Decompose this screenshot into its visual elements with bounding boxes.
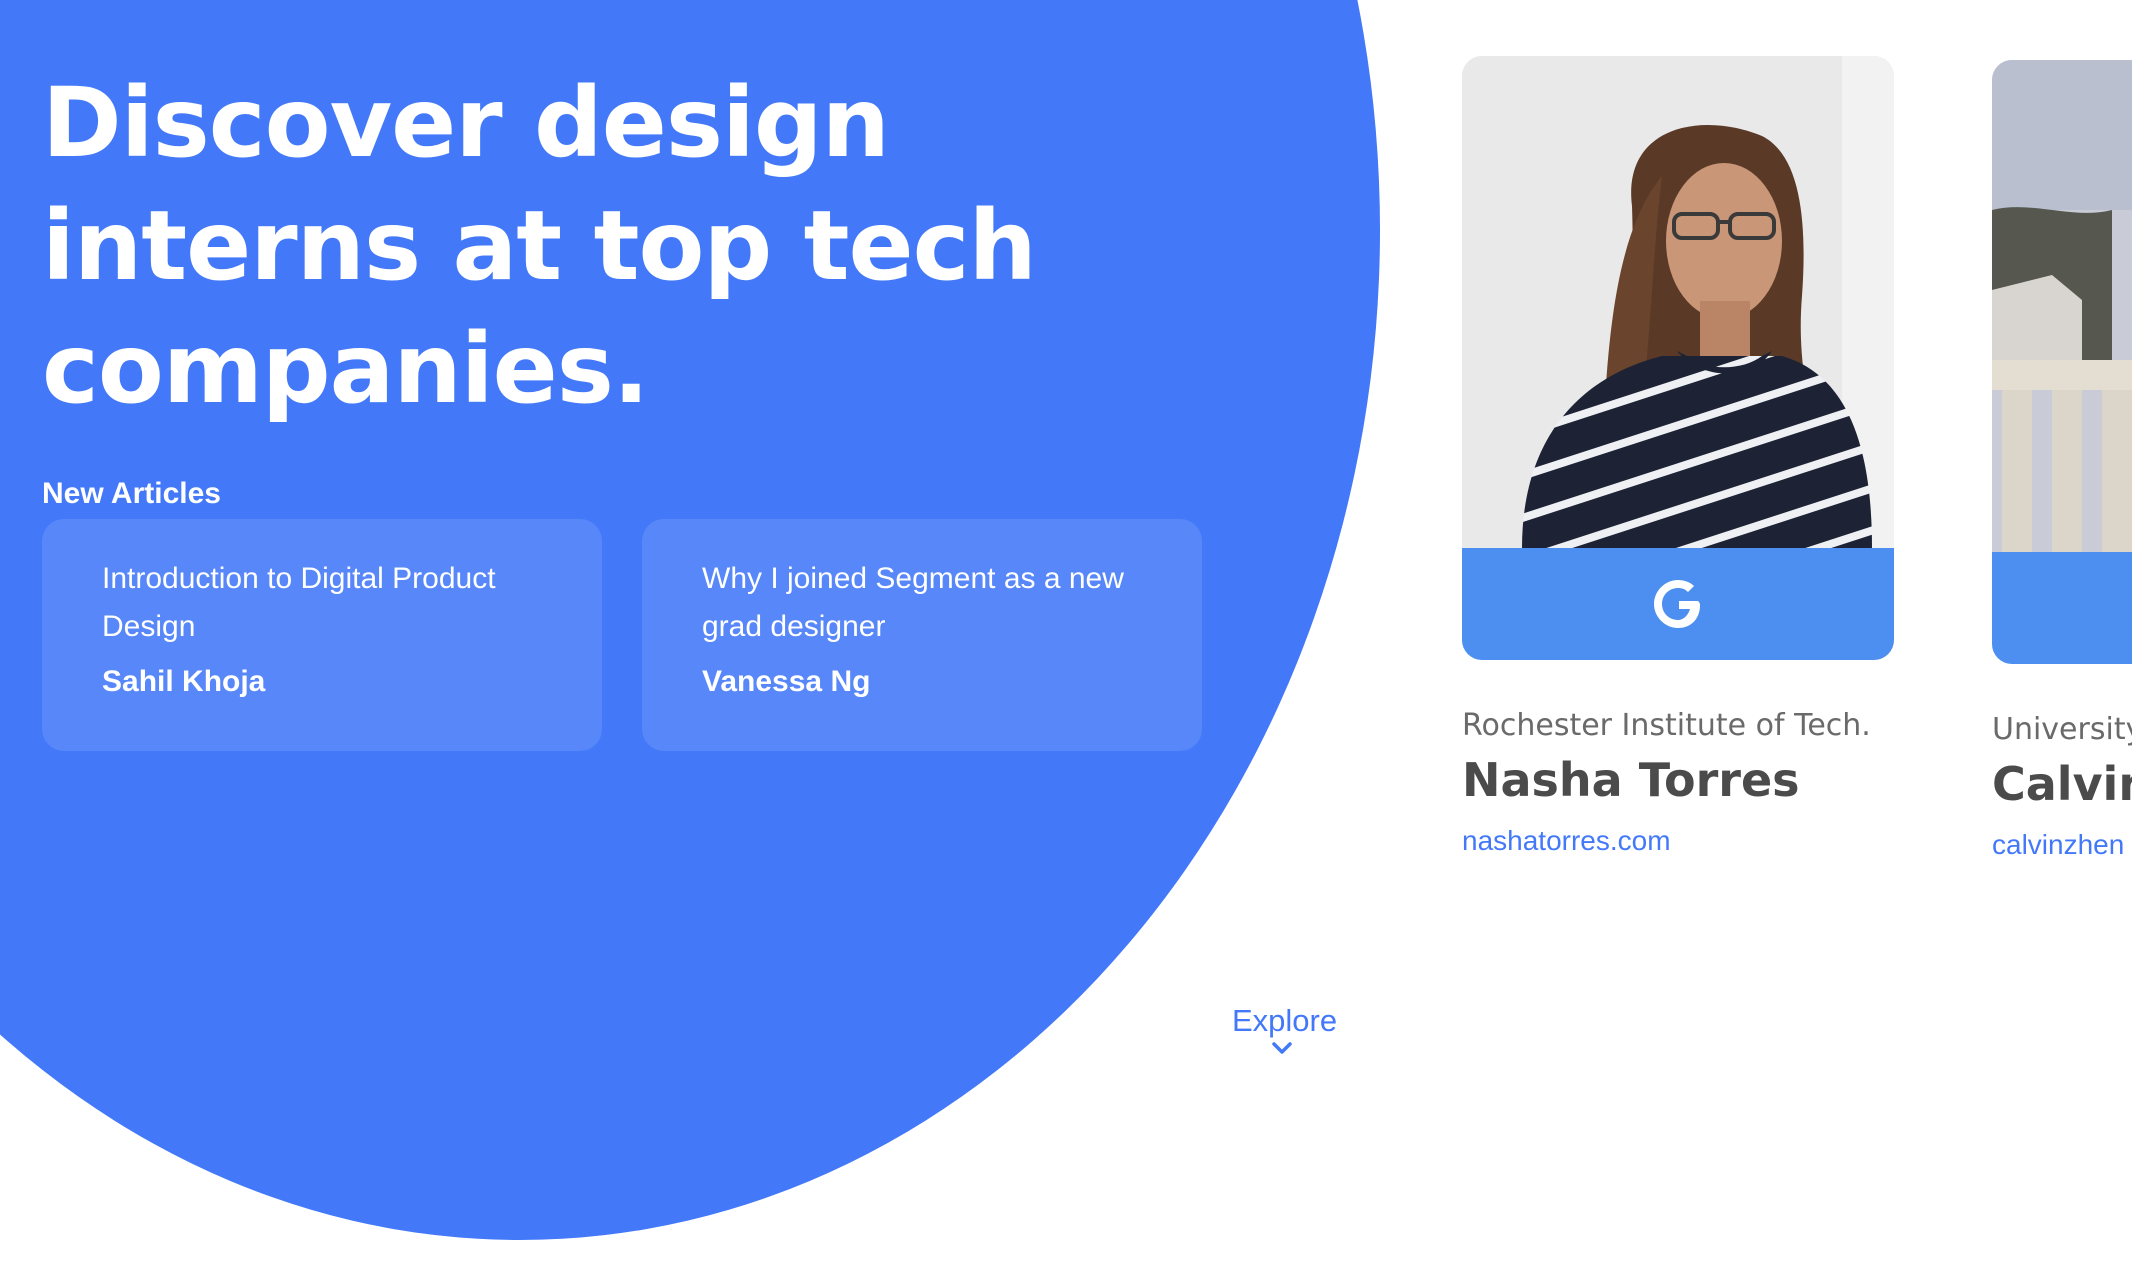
article-title: Introduction to Digital Product Design bbox=[102, 562, 496, 643]
explore-label: Explore bbox=[1232, 1003, 1338, 1038]
article-author: Sahil Khoja bbox=[102, 665, 266, 698]
new-articles-label: New Articles bbox=[42, 477, 221, 510]
intern-card[interactable]: University Calvin calvinzhen bbox=[1992, 60, 2132, 861]
chevron-down-icon bbox=[1272, 1042, 1292, 1054]
intern-photo bbox=[1462, 56, 1894, 548]
intern-name: Nasha Torres bbox=[1462, 753, 1800, 807]
google-logo-icon bbox=[1654, 580, 1700, 628]
intern-card[interactable]: Rochester Institute of Tech. Nasha Torre… bbox=[1462, 56, 1894, 857]
hero-title: Discover design interns at top tech comp… bbox=[42, 67, 1037, 425]
intern-website-link[interactable]: nashatorres.com bbox=[1462, 825, 1894, 857]
page: Discover design interns at top tech comp… bbox=[0, 0, 2132, 1288]
intern-school: Rochester Institute of Tech. bbox=[1462, 708, 1871, 743]
intern-website-link[interactable]: calvinzhen bbox=[1992, 829, 2132, 861]
intern-photo-frame[interactable] bbox=[1462, 56, 1894, 660]
company-bar bbox=[1462, 548, 1894, 660]
intern-school: University bbox=[1992, 712, 2132, 747]
intern-name: Calvin bbox=[1992, 757, 2132, 811]
article-author: Vanessa Ng bbox=[702, 665, 871, 698]
article-card[interactable]: Why I joined Segment as a new grad desig… bbox=[642, 519, 1202, 751]
intern-photo bbox=[1992, 60, 2132, 552]
company-bar bbox=[1992, 552, 2132, 664]
article-card[interactable]: Introduction to Digital Product Design S… bbox=[42, 519, 602, 751]
intern-photo-frame[interactable] bbox=[1992, 60, 2132, 664]
explore-button[interactable]: Explore bbox=[1232, 1003, 1337, 1055]
article-title: Why I joined Segment as a new grad desig… bbox=[702, 562, 1124, 643]
